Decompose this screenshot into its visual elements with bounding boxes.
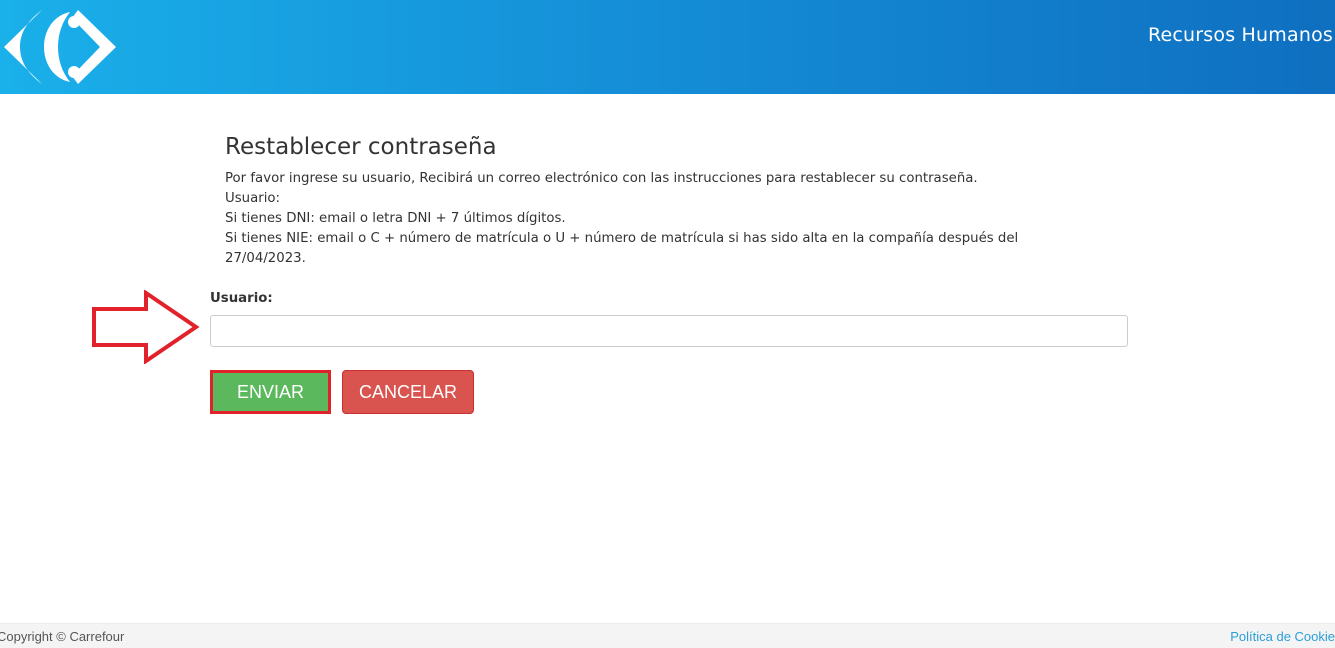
header-title: Recursos Humanos bbox=[1147, 24, 1333, 46]
instruction-line: Si tienes DNI: email o letra DNI + 7 últ… bbox=[225, 211, 566, 226]
cookie-policy-link[interactable]: Política de Cookie bbox=[1230, 629, 1335, 644]
user-input[interactable] bbox=[210, 315, 1128, 347]
carrefour-logo-icon[interactable] bbox=[0, 6, 120, 88]
instruction-line: Usuario: bbox=[225, 191, 281, 206]
header-bar: Recursos Humanos bbox=[0, 0, 1335, 94]
reset-password-panel: Restablecer contraseña Por favor ingrese… bbox=[225, 130, 1125, 269]
instruction-line: 27/04/2023. bbox=[225, 251, 306, 266]
instruction-line: Por favor ingrese su usuario, Recibirá u… bbox=[225, 171, 978, 186]
instruction-line: Si tienes NIE: email o C + número de mat… bbox=[225, 231, 1019, 246]
instructions-text: Por favor ingrese su usuario, Recibirá u… bbox=[225, 169, 1125, 269]
right-arrow-outline-icon bbox=[92, 290, 200, 364]
footer: Copyright © Carrefour Política de Cookie bbox=[0, 623, 1335, 648]
page-title: Restablecer contraseña bbox=[225, 134, 497, 160]
user-field-label: Usuario: bbox=[210, 291, 273, 306]
cancel-button[interactable]: CANCELAR bbox=[342, 370, 474, 414]
send-button[interactable]: ENVIAR bbox=[210, 370, 331, 414]
copyright-text: Copyright © Carrefour bbox=[0, 629, 125, 644]
